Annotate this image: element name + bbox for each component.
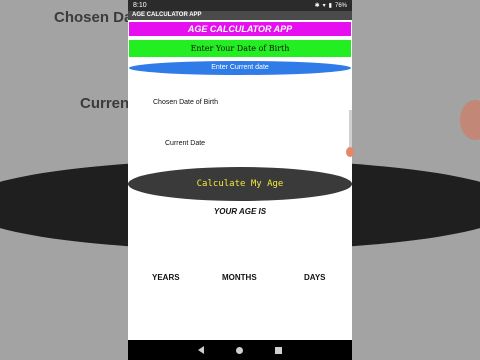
background-orange-blob <box>460 100 480 140</box>
battery-percent: 76% <box>334 2 347 9</box>
years-label: YEARS <box>152 273 180 282</box>
battery-icon: ▮ <box>328 3 332 9</box>
status-time: 8:10 <box>133 2 147 9</box>
status-icons: ✱ ▾ ▮ 76% <box>314 2 347 10</box>
home-icon[interactable] <box>236 346 243 354</box>
page-title: AGE CALCULATOR APP <box>129 22 351 36</box>
chosen-dob-label: Chosen Date of Birth <box>153 99 218 106</box>
navigation-bar <box>128 340 352 360</box>
back-icon[interactable] <box>198 346 204 354</box>
bluetooth-icon: ✱ <box>314 3 320 9</box>
scrollbar[interactable] <box>349 110 352 150</box>
days-label: DAYS <box>304 273 326 282</box>
recents-icon[interactable] <box>275 346 282 354</box>
phone-screen: 8:10 ✱ ▾ ▮ 76% AGE CALCULATOR APP AGE CA… <box>128 0 352 360</box>
calculate-age-button[interactable]: Calculate My Age <box>128 167 352 201</box>
background-current-text: Current <box>80 95 135 112</box>
app-bar-title: AGE CALCULATOR APP <box>128 11 352 20</box>
enter-dob-button[interactable]: Enter Your Date of Birth <box>129 40 351 57</box>
enter-current-date-button[interactable]: Enter Current date <box>129 61 351 75</box>
your-age-is-label: YOUR AGE IS <box>213 207 267 216</box>
current-date-label: Current Date <box>165 140 206 147</box>
months-label: MONTHS <box>222 273 257 282</box>
wifi-icon: ▾ <box>322 3 326 9</box>
floating-edge-handle[interactable] <box>346 147 354 157</box>
status-bar: 8:10 ✱ ▾ ▮ 76% <box>128 0 352 11</box>
